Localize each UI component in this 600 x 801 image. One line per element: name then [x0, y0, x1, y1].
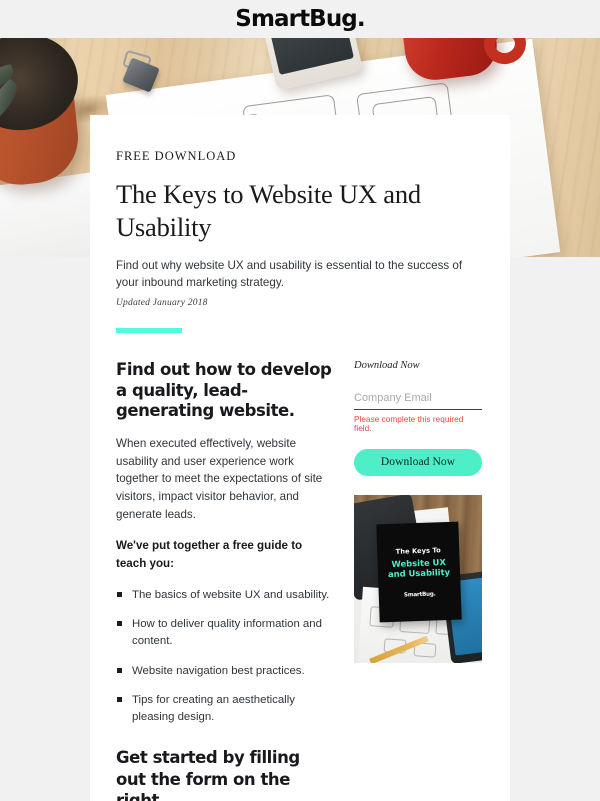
leaf	[0, 78, 24, 127]
ebook-cover: The Keys To Website UX and Usability Sma…	[376, 521, 462, 623]
cover-line-1: The Keys To	[395, 545, 441, 556]
body-columns: Find out how to develop a quality, lead-…	[116, 360, 484, 801]
accent-divider-bar	[116, 327, 182, 333]
download-now-button[interactable]: Download Now	[354, 448, 482, 476]
list-item: The basics of website UX and usability.	[116, 587, 332, 604]
content-card: FREE DOWNLOAD The Keys to Website UX and…	[90, 115, 510, 801]
cover-line-2: Website UX and Usability	[387, 556, 451, 579]
list-item: Website navigation best practices.	[116, 663, 332, 680]
closing-heading: Get started by filling out the form on t…	[116, 748, 300, 801]
updated-date: Updated January 2018	[116, 297, 208, 308]
left-content-column: Find out how to develop a quality, lead-…	[116, 360, 332, 801]
cover-logo: SmartBug.	[403, 590, 436, 598]
form-error-message: Please complete this required field.	[354, 414, 464, 433]
form-label: Download Now	[354, 359, 420, 371]
eyebrow-label: FREE DOWNLOAD	[116, 149, 237, 163]
section-paragraph: When executed effectively, website usabi…	[116, 437, 323, 521]
list-item: Tips for creating an aesthetically pleas…	[116, 692, 332, 725]
right-form-column: Download Now Please complete this requir…	[354, 360, 482, 801]
section-heading: Find out how to develop a quality, lead-…	[116, 359, 332, 421]
page-subtitle: Find out why website UX and usability is…	[116, 259, 463, 289]
list-item: How to deliver quality information and c…	[116, 616, 332, 649]
page-title: The Keys to Website UX and Usability	[116, 179, 421, 242]
smartbug-logo[interactable]: SmartBug.	[235, 7, 365, 31]
ebook-thumbnail[interactable]: The Keys To Website UX and Usability Sma…	[354, 494, 482, 663]
company-email-input[interactable]	[354, 391, 482, 410]
benefits-list: The basics of website UX and usability. …	[116, 587, 332, 725]
list-lead-in: We've put together a free guide to teach…	[116, 539, 303, 570]
phone-screen	[267, 38, 354, 75]
top-logo-bar: SmartBug.	[0, 0, 600, 38]
